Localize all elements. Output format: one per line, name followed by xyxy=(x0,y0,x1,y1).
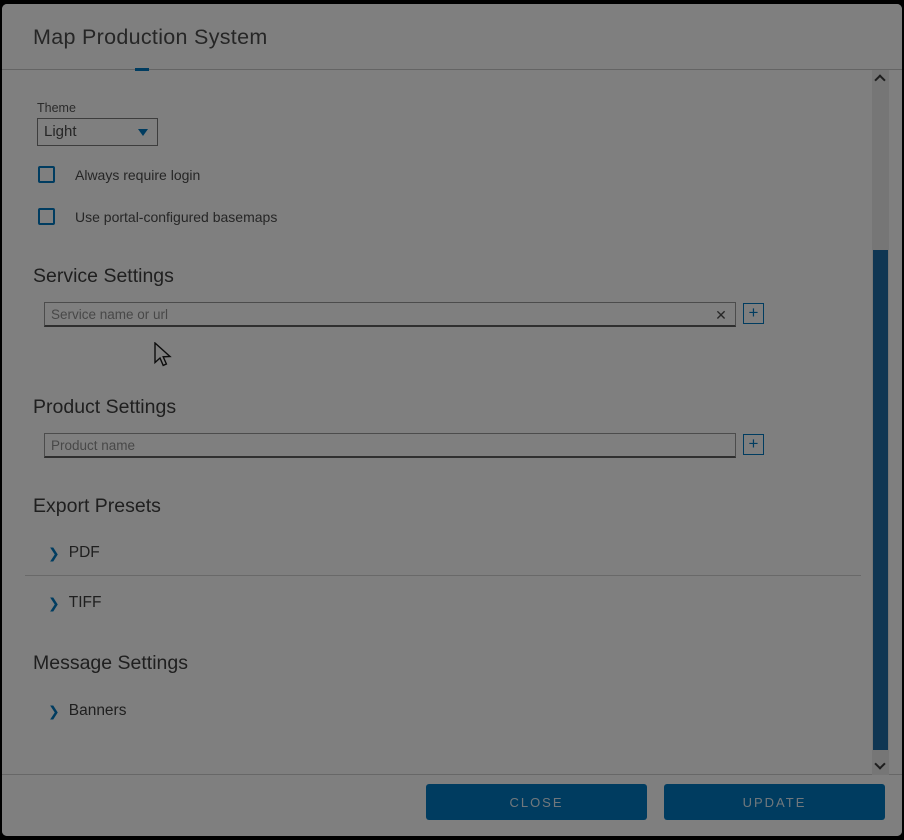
dialog-header: Map Production System xyxy=(2,4,902,70)
chevron-right-icon: ❯ xyxy=(48,595,60,612)
export-presets-heading: Export Presets xyxy=(33,495,161,518)
scrollbar-track[interactable] xyxy=(872,70,889,775)
row-divider xyxy=(25,575,861,576)
service-settings-heading: Service Settings xyxy=(33,265,174,288)
product-name-input[interactable] xyxy=(44,433,736,458)
always-require-login-checkbox[interactable] xyxy=(38,166,55,183)
always-require-login-label[interactable]: Always require login xyxy=(75,167,200,183)
theme-label: Theme xyxy=(37,101,76,115)
theme-select-value: Light xyxy=(44,119,77,145)
update-button[interactable]: UPDATE xyxy=(664,784,885,820)
chevron-right-icon: ❯ xyxy=(48,545,60,562)
chevron-right-icon: ❯ xyxy=(48,703,60,720)
preset-label: PDF xyxy=(69,544,100,562)
preset-label: TIFF xyxy=(69,594,102,612)
preset-row-pdf[interactable]: ❯ PDF xyxy=(48,542,100,564)
banners-row[interactable]: ❯ Banners xyxy=(48,700,126,722)
add-product-button[interactable]: + xyxy=(743,434,764,455)
preset-row-tiff[interactable]: ❯ TIFF xyxy=(48,592,101,614)
portal-basemaps-checkbox[interactable] xyxy=(38,208,55,225)
settings-dialog: Map Production System Theme Light Always… xyxy=(2,4,902,836)
dialog-title: Map Production System xyxy=(33,4,268,70)
theme-select[interactable]: Light xyxy=(37,118,158,146)
dropdown-caret-icon xyxy=(138,129,148,136)
scroll-up-button[interactable] xyxy=(872,70,889,87)
message-settings-heading: Message Settings xyxy=(33,652,188,675)
scroll-down-button[interactable] xyxy=(872,758,889,775)
service-name-input[interactable] xyxy=(44,302,736,327)
app-window: Map Production System Theme Light Always… xyxy=(0,0,904,840)
clear-icon[interactable]: ✕ xyxy=(712,305,730,325)
scrolled-control-edge xyxy=(135,68,149,71)
scrollbar-thumb[interactable] xyxy=(873,250,888,750)
mouse-cursor-icon xyxy=(153,342,172,369)
portal-basemaps-label[interactable]: Use portal-configured basemaps xyxy=(75,209,277,225)
chevron-down-icon xyxy=(874,758,885,769)
add-service-button[interactable]: + xyxy=(743,303,764,324)
close-button[interactable]: CLOSE xyxy=(426,784,647,820)
banners-label: Banners xyxy=(69,702,127,720)
dialog-footer: CLOSE UPDATE xyxy=(2,774,902,836)
product-settings-heading: Product Settings xyxy=(33,396,176,419)
chevron-up-icon xyxy=(874,74,885,85)
